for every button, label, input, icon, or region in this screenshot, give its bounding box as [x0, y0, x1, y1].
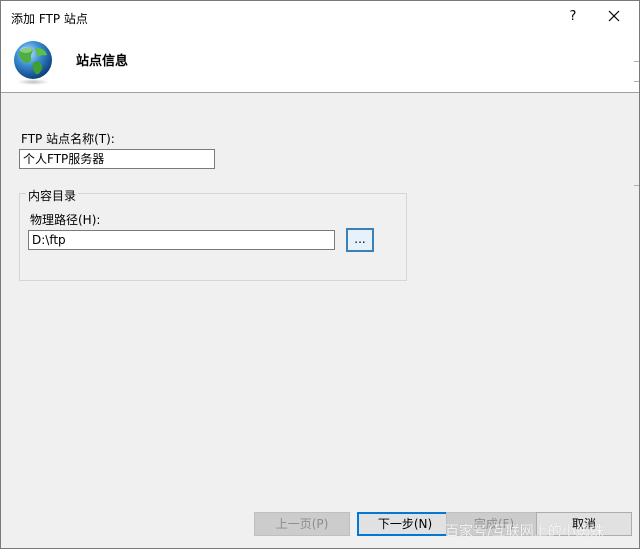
title-bar: 添加 FTP 站点 ? — [1, 1, 639, 32]
site-name-input[interactable]: 个人FTP服务器 — [19, 149, 215, 169]
page-title: 站点信息 — [76, 54, 129, 69]
close-icon — [608, 10, 620, 22]
wizard-content: FTP 站点名称(T): 个人FTP服务器 内容目录 物理路径(H): D:\f… — [1, 93, 639, 497]
wizard-header: 站点信息 — [1, 32, 639, 93]
add-ftp-site-dialog: 添加 FTP 站点 ? 站点信息 FTP 站点名称(T): 个人FTP服务器 内… — [0, 0, 640, 549]
next-button[interactable]: 下一步(N) — [357, 512, 453, 536]
watermark-text: 百家号/互联网上的小蜘蛛 — [445, 524, 604, 540]
physical-path-label: 物理路径(H): — [30, 213, 101, 227]
physical-path-input[interactable]: D:\ftp — [28, 230, 335, 250]
window-title: 添加 FTP 站点 — [11, 12, 88, 26]
globe-icon — [14, 41, 52, 85]
site-name-label: FTP 站点名称(T): — [21, 132, 115, 146]
edge-divider — [634, 81, 639, 82]
help-button[interactable]: ? — [559, 4, 587, 30]
close-button[interactable] — [599, 4, 629, 30]
edge-divider — [634, 61, 639, 62]
browse-button[interactable]: ... — [346, 228, 374, 252]
prev-button[interactable]: 上一页(P) — [254, 512, 350, 536]
content-directory-label: 内容目录 — [26, 187, 79, 204]
